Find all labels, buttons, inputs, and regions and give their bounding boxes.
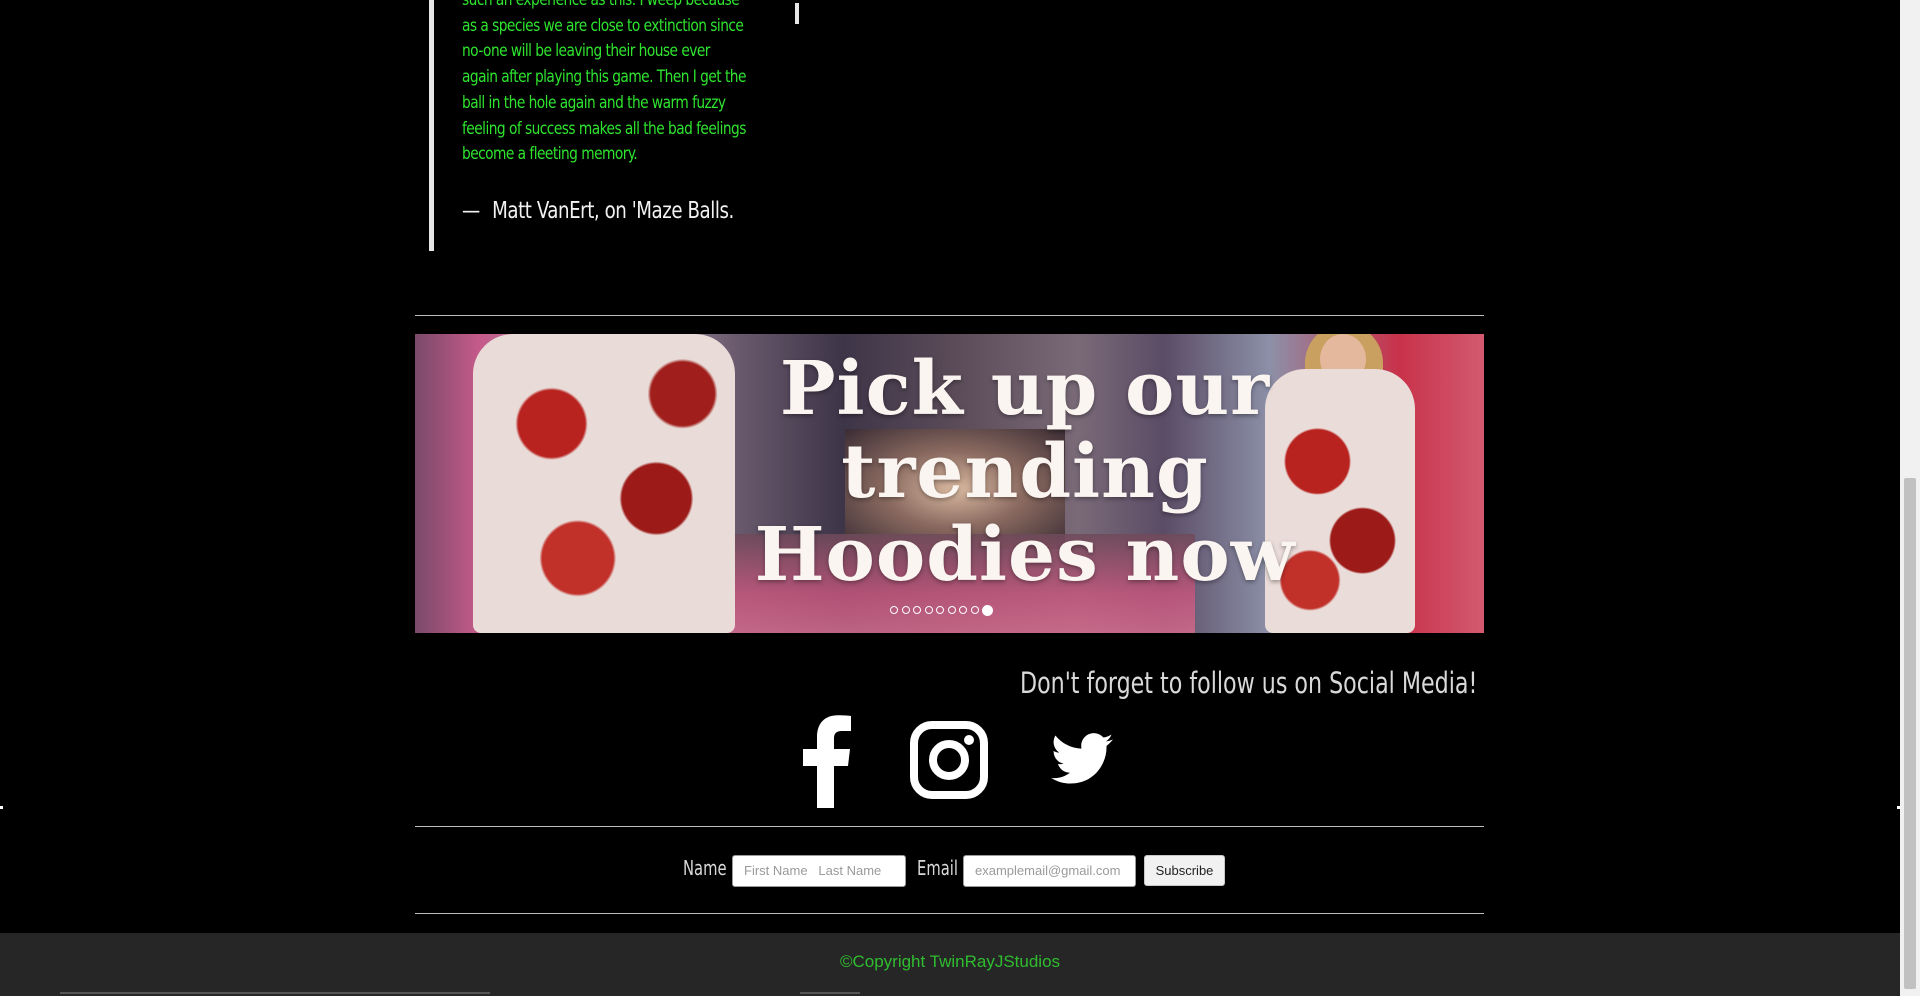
slide-dot-7[interactable] (959, 606, 967, 614)
social-follow-heading: Don't forget to follow us on Social Medi… (1020, 666, 1478, 700)
name-field[interactable]: First Name Last Name (732, 855, 906, 887)
subscribe-button[interactable]: Subscribe (1144, 855, 1225, 886)
column-divider-mark (795, 3, 799, 24)
quote-accent-bar (429, 0, 434, 251)
facebook-icon[interactable] (800, 712, 852, 808)
email-input[interactable]: examplemail@gmail.com (963, 855, 1136, 887)
divider-form-top (415, 826, 1484, 827)
footer-underline (60, 992, 490, 994)
name-label: Name (683, 856, 727, 880)
slide-dot-2[interactable] (901, 606, 910, 614)
slide-dot-1[interactable] (890, 606, 898, 614)
copyright-text: ©Copyright TwinRayJStudios (839, 952, 1061, 971)
attribution-dash: — (462, 198, 480, 224)
hoodie-promo-slideshow[interactable]: Pick up our trending Hoodies now (415, 334, 1484, 633)
slide-dot-5[interactable] (936, 606, 944, 614)
footer: ©Copyright TwinRayJStudios (0, 933, 1900, 996)
testimonial-quote: such an experience as this. I weep becau… (462, 0, 746, 165)
attribution-text: Matt VanErt, on 'Maze Balls. (492, 198, 734, 224)
banner-title-line-3: Hoodies now (754, 512, 1296, 598)
twitter-icon[interactable] (1051, 733, 1113, 785)
slide-dot-8[interactable] (970, 606, 979, 614)
testimonial-attribution: — Matt VanErt, on 'Maze Balls. (462, 198, 734, 224)
instagram-icon[interactable] (910, 721, 988, 799)
banner-title: Pick up our trending Hoodies now (665, 348, 1385, 597)
frame-corner-mark (0, 806, 3, 809)
banner-title-line-2: trending (841, 429, 1209, 515)
page-scrollbar[interactable] (1900, 0, 1920, 996)
banner-title-line-1: Pick up our (779, 346, 1271, 432)
email-label: Email (917, 856, 958, 880)
last-name-input[interactable]: Last Name (818, 863, 881, 878)
scrollbar-thumb[interactable] (1904, 478, 1916, 989)
slide-dot-3[interactable] (913, 606, 921, 614)
slide-dot-4[interactable] (924, 606, 933, 614)
divider-top (415, 315, 1484, 316)
divider-form-bottom (415, 913, 1484, 914)
slide-dot-9[interactable] (982, 604, 993, 616)
slideshow-dots (890, 604, 993, 616)
footer-underline (800, 992, 860, 994)
first-name-input[interactable]: First Name (744, 863, 808, 878)
slide-dot-6[interactable] (947, 606, 956, 614)
